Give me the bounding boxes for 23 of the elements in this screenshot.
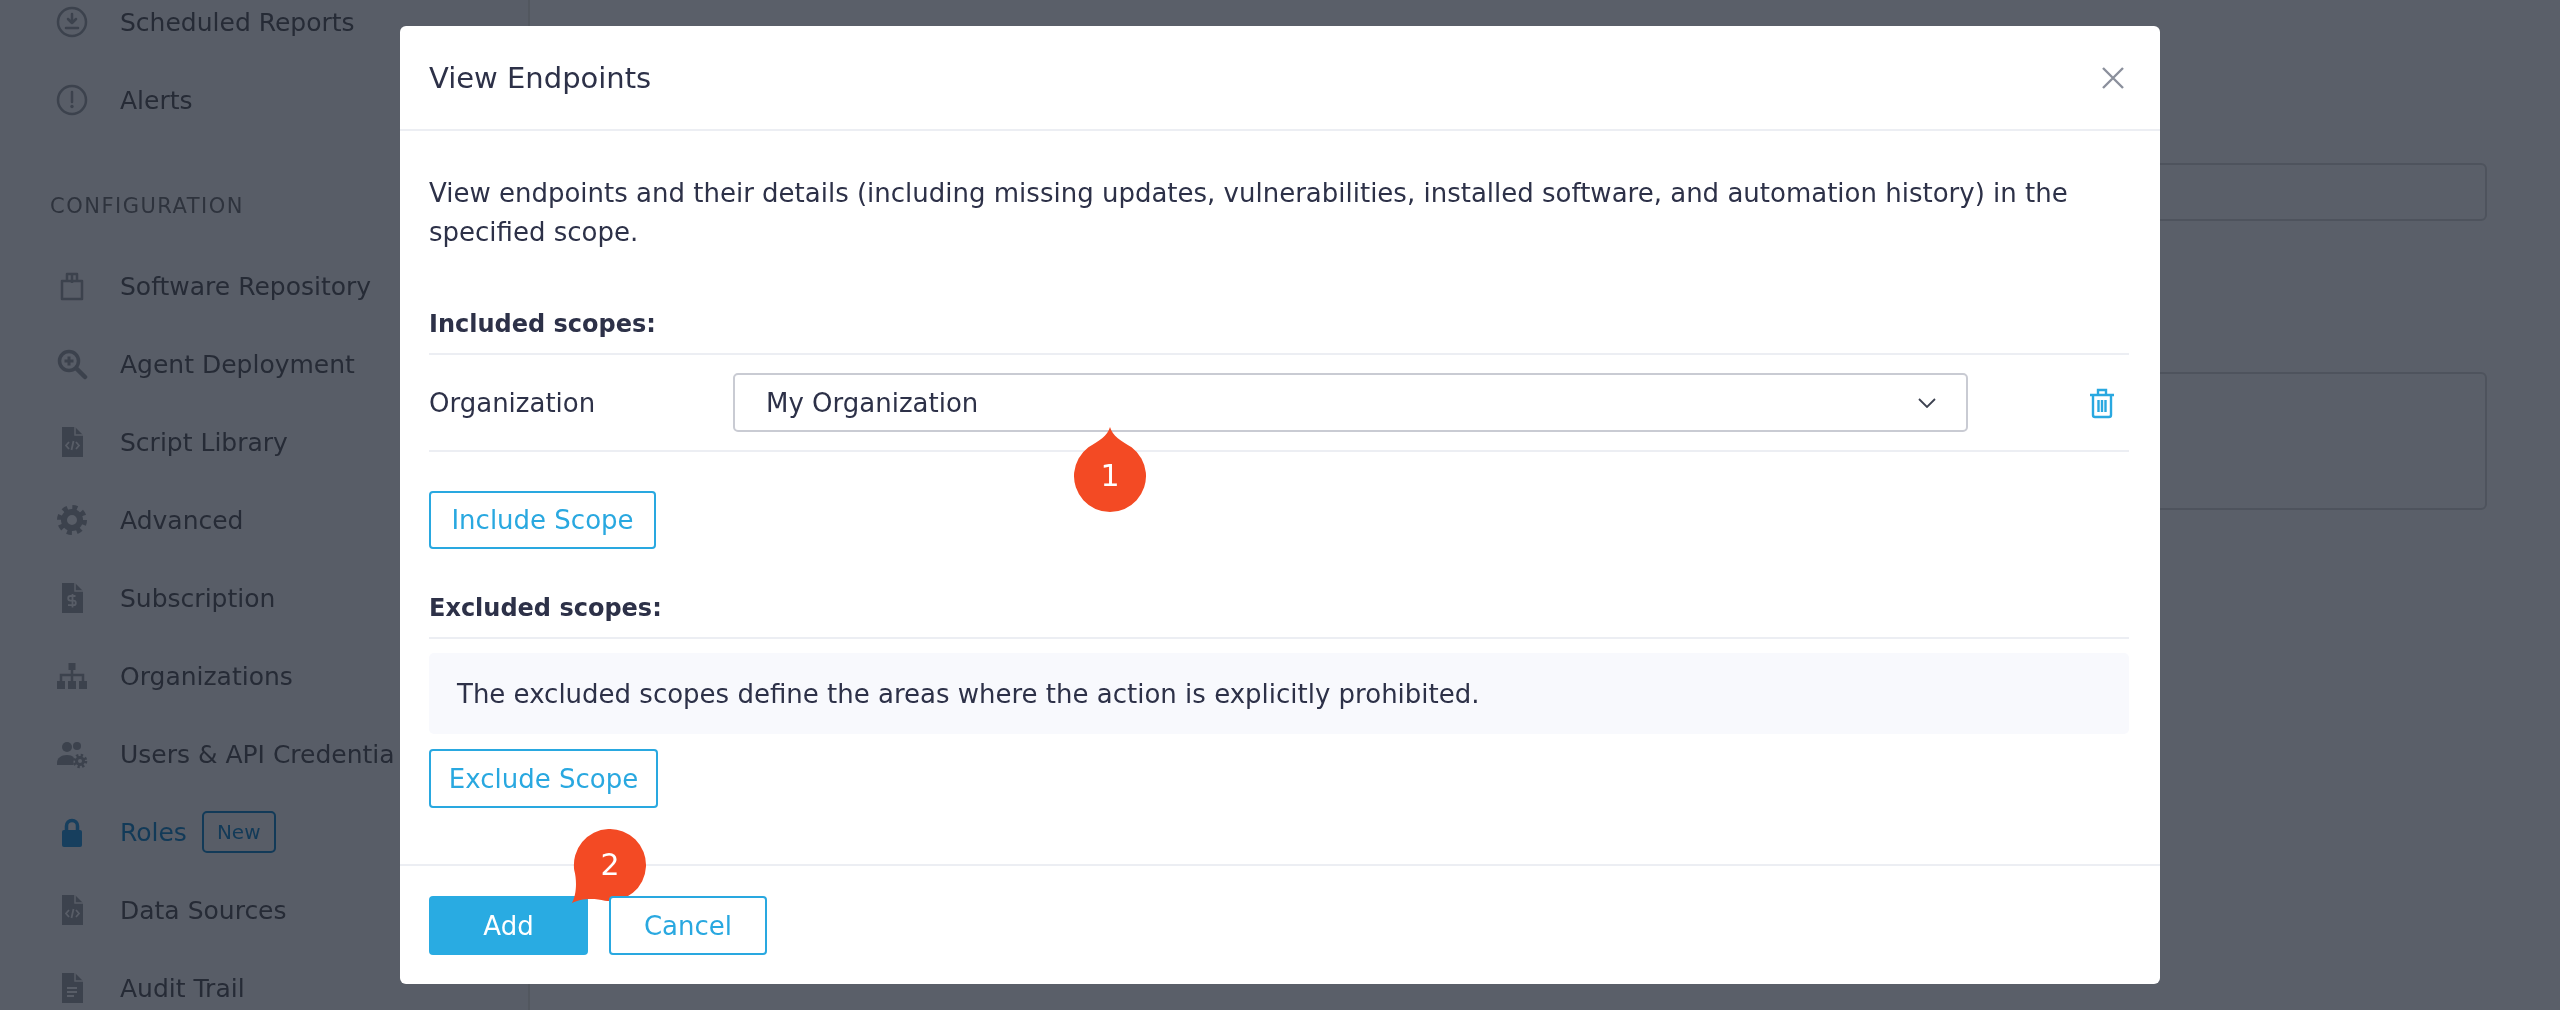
download-circle-icon <box>56 6 88 38</box>
step-marker: 1 <box>1074 427 1146 512</box>
alert-icon <box>56 84 88 116</box>
exclude-scope-button[interactable]: Exclude Scope <box>429 749 658 808</box>
dropdown[interactable]: My Organization <box>733 373 1968 432</box>
field-label: Organization <box>429 387 597 418</box>
include-scope-button[interactable]: Include Scope <box>429 491 656 549</box>
cancel-button[interactable]: Cancel <box>609 896 767 955</box>
dialog-description: View endpoints and their details (including missing updates, vulnerabilities, installed software, and automation history) in the specified scope. <box>429 177 2069 249</box>
section-heading: Excluded scopes: <box>429 593 2129 639</box>
info-note: The excluded scopes define the areas where the action is explicitly prohibited. <box>429 653 2129 734</box>
gear-icon <box>56 504 88 536</box>
section-heading: Included scopes: <box>429 309 2129 355</box>
feature-badge: New <box>201 811 276 853</box>
dialog-title: View Endpoints <box>429 60 652 95</box>
step-marker: 2 <box>571 829 646 904</box>
close-icon[interactable] <box>2101 65 2125 90</box>
trash-icon[interactable] <box>2088 386 2116 419</box>
sidebar-item[interactable]: Roles New <box>56 810 276 854</box>
zoom-in-icon <box>56 348 88 380</box>
add-button[interactable]: Add <box>429 896 588 955</box>
chevron-down-icon <box>1918 397 1936 408</box>
sitemap-icon <box>56 660 88 692</box>
